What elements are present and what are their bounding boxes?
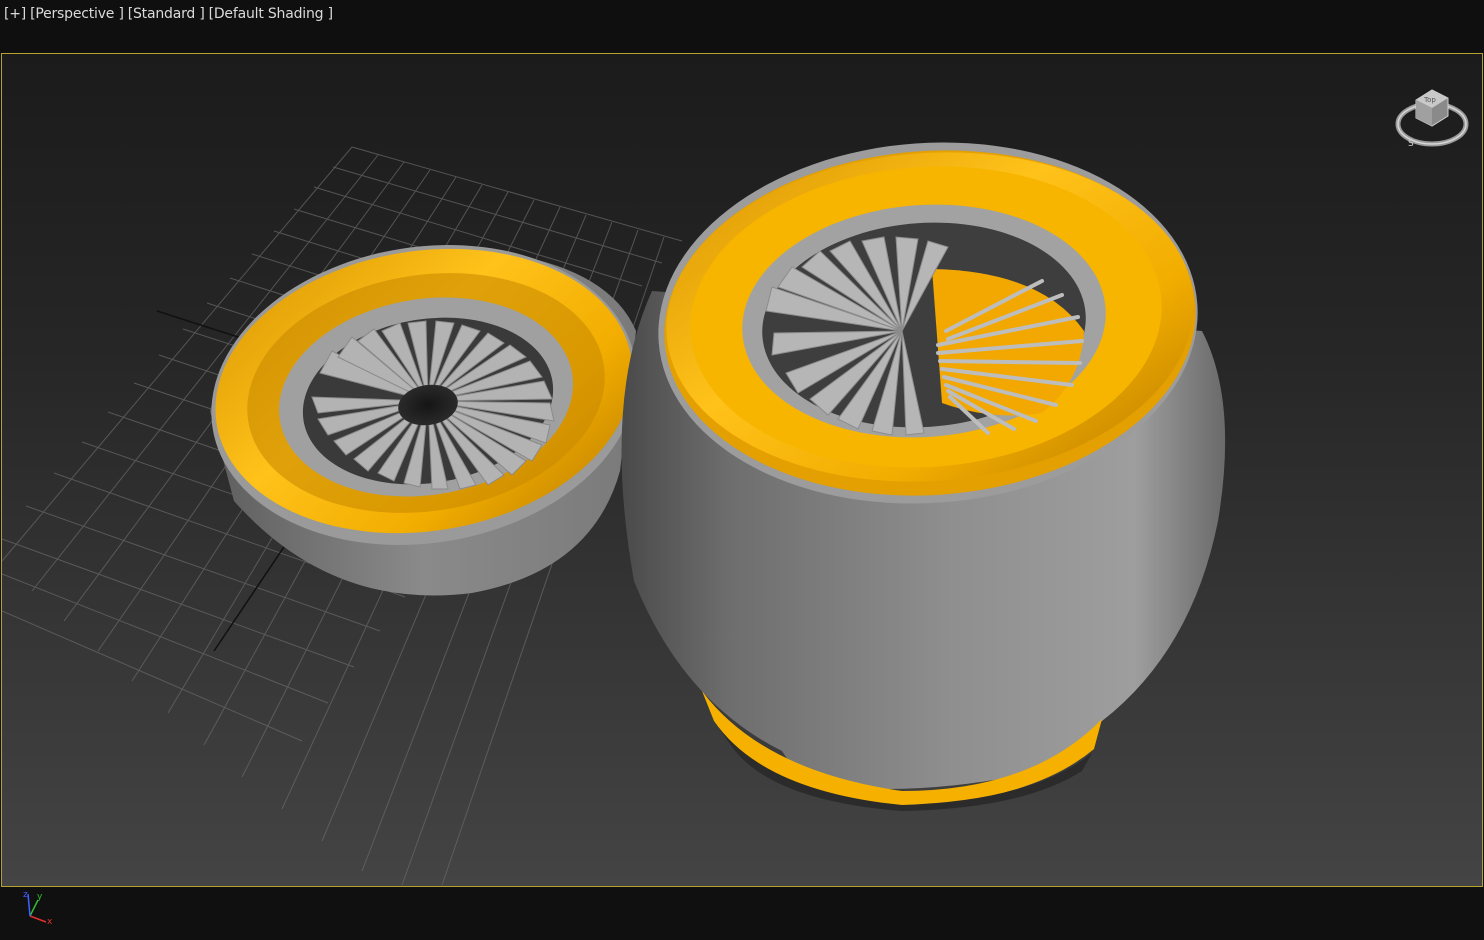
axis-x-label: x [47,917,53,927]
viewcube-widget[interactable]: Top S [1394,82,1470,152]
viewport-point-of-view-menu[interactable]: [Perspective ] [30,6,124,22]
axis-tripod-icon: x y z [23,890,53,927]
viewcube-top-face-label: Top [1423,96,1436,104]
viewport-general-menu[interactable]: [+] [4,6,26,22]
axis-z-label: z [23,890,28,900]
axis-y-label: y [37,892,43,902]
small-wheel [210,245,637,596]
viewport-label-menu: [+] [Perspective ] [Standard ] [Default … [4,6,333,22]
viewcube-south-label: S [1408,139,1414,149]
viewport-top-bar: [+] [Perspective ] [Standard ] [Default … [0,0,1484,52]
viewport-bottom-bar [0,887,1484,940]
perspective-viewport[interactable]: Top S [1,53,1483,887]
scene-render [2,142,1226,886]
large-wheel [621,142,1226,811]
viewport-shading-menu[interactable]: [Default Shading ] [209,6,333,22]
viewport-standard-menu[interactable]: [Standard ] [128,6,205,22]
